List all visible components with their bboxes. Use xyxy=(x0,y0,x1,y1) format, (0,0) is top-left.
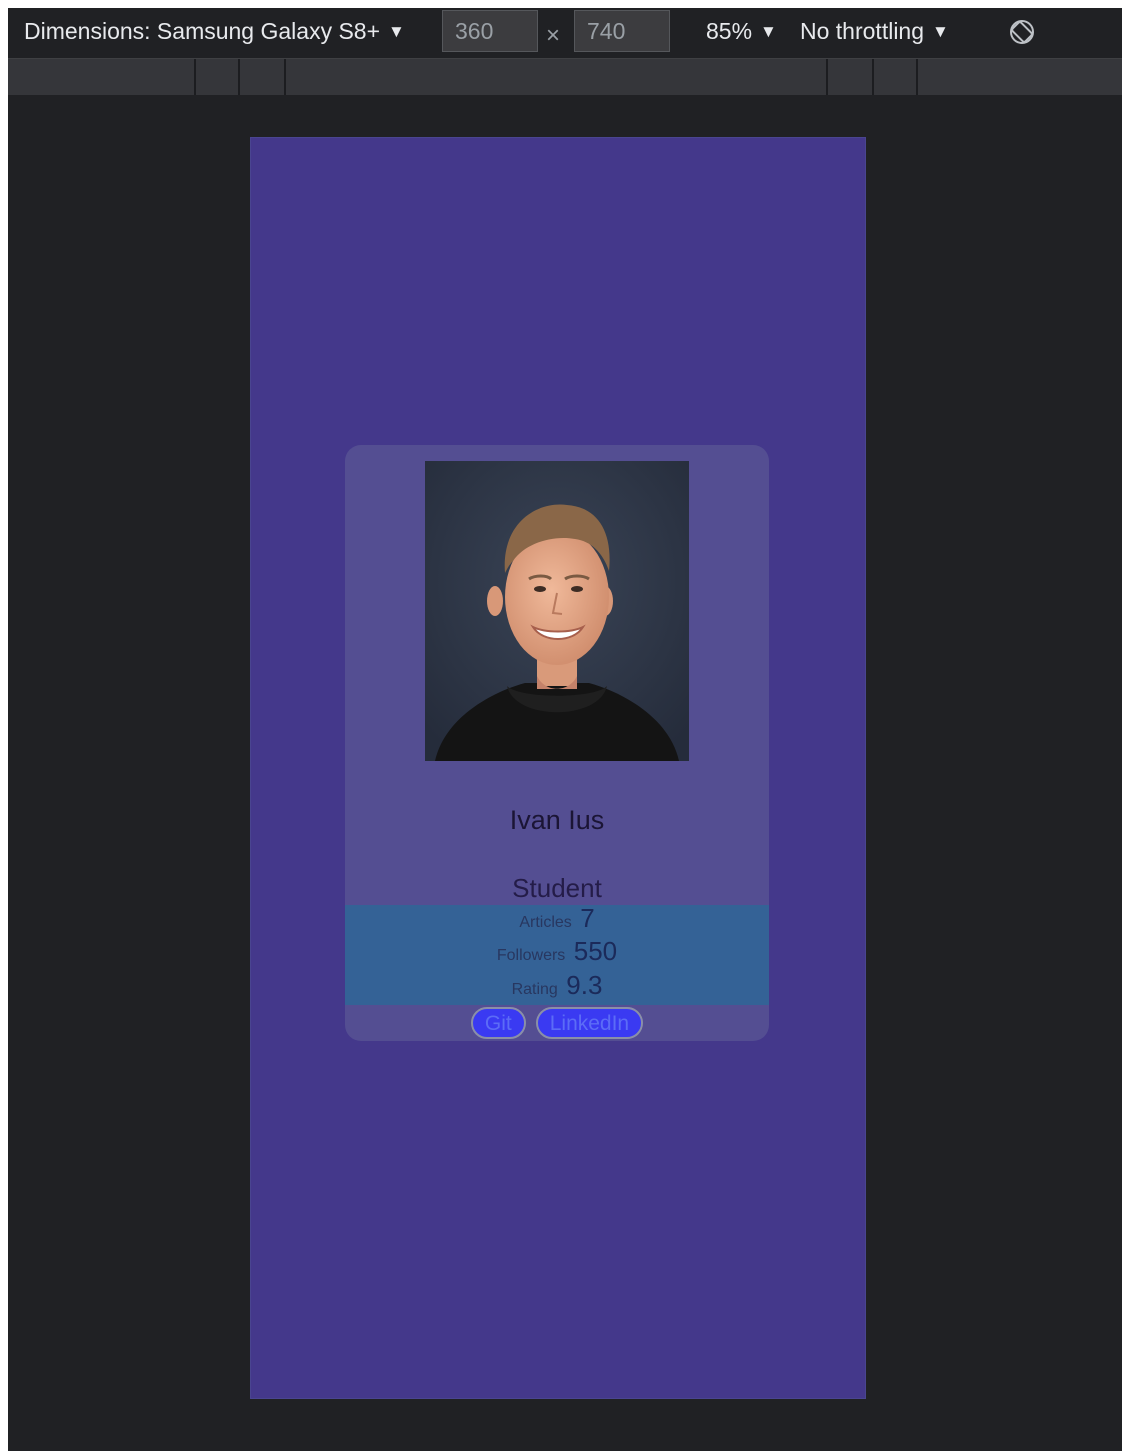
stat-value: 9.3 xyxy=(566,970,603,1000)
device-dimensions-label: Dimensions: Samsung Galaxy S8+ xyxy=(24,18,381,44)
device-dimensions-dropdown[interactable]: Dimensions: Samsung Galaxy S8+ ▼ xyxy=(24,8,405,56)
height-input[interactable]: 740 xyxy=(574,10,670,52)
stat-label: Rating xyxy=(511,981,558,998)
stat-value: 550 xyxy=(573,936,618,966)
stat-row-articles: Articles 7 xyxy=(345,903,769,934)
zoom-label: 85% xyxy=(706,18,753,44)
media-query-segment[interactable] xyxy=(916,59,1122,95)
stat-label: Followers xyxy=(496,947,566,964)
caret-down-icon: ▼ xyxy=(932,22,949,41)
throttling-label: No throttling xyxy=(800,18,925,44)
media-query-bar xyxy=(8,58,1122,95)
zoom-dropdown[interactable]: 85% ▼ xyxy=(706,8,777,56)
media-query-segment[interactable] xyxy=(194,59,238,95)
linkedin-button[interactable]: LinkedIn xyxy=(535,1007,644,1039)
caret-down-icon: ▼ xyxy=(760,22,777,41)
device-toolbar: Dimensions: Samsung Galaxy S8+ ▼ 360 × 74… xyxy=(8,8,1122,56)
profile-name: Ivan Ius xyxy=(509,805,605,835)
media-query-segment[interactable] xyxy=(872,59,916,95)
media-query-segment[interactable] xyxy=(284,59,826,95)
git-button[interactable]: Git xyxy=(470,1007,526,1039)
profile-photo xyxy=(425,461,689,761)
stat-row-rating: Rating 9.3 xyxy=(345,970,769,1001)
stat-label: Articles xyxy=(519,914,572,931)
social-buttons: Git LinkedIn xyxy=(345,1007,769,1041)
profile-card: Ivan Ius Student Articles 7 Followers 55… xyxy=(345,445,769,1041)
stat-value: 7 xyxy=(580,903,595,933)
stats-panel: Articles 7 Followers 550 Rating 9.3 xyxy=(345,903,769,1005)
times-symbol: × xyxy=(546,22,561,49)
stat-row-followers: Followers 550 xyxy=(345,936,769,967)
profile-role: Student xyxy=(512,873,602,903)
media-query-segment[interactable] xyxy=(238,59,284,95)
device-viewport: Ivan Ius Student Articles 7 Followers 55… xyxy=(251,138,865,1398)
rotate-icon[interactable] xyxy=(1008,18,1036,46)
throttling-dropdown[interactable]: No throttling ▼ xyxy=(800,8,949,56)
width-input[interactable]: 360 xyxy=(442,10,538,52)
media-query-segment[interactable] xyxy=(826,59,872,95)
caret-down-icon: ▼ xyxy=(388,22,405,41)
devtools-device-mode: Dimensions: Samsung Galaxy S8+ ▼ 360 × 74… xyxy=(8,8,1122,1451)
